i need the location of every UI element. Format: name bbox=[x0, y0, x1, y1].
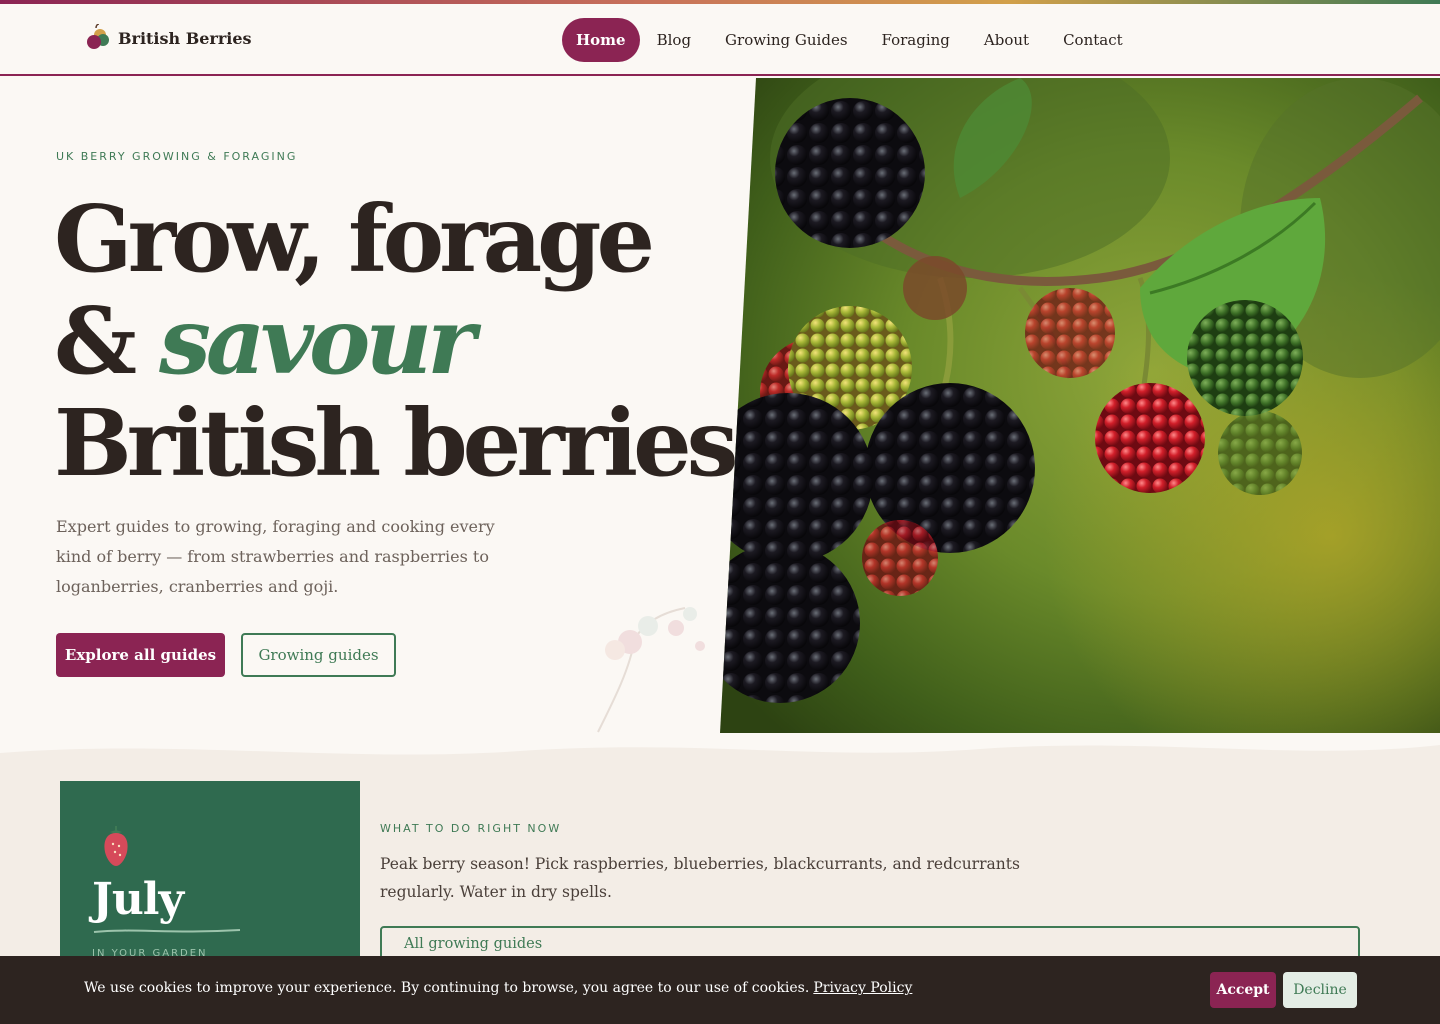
hero-headline: Grow, forage & savour British berries bbox=[54, 185, 738, 497]
decline-cookies-button[interactable]: Decline bbox=[1283, 972, 1357, 1008]
headline-line-1: Grow, forage bbox=[54, 185, 655, 293]
cookie-message: We use cookies to improve your experienc… bbox=[84, 980, 912, 996]
nav-contact[interactable]: Contact bbox=[1046, 18, 1140, 62]
site-header: British Berries Home Blog Growing Guides… bbox=[0, 4, 1440, 76]
main-nav: Home Blog Growing Guides Foraging About … bbox=[562, 18, 1140, 62]
nav-home[interactable]: Home bbox=[562, 18, 640, 62]
todo-eyebrow: WHAT TO DO RIGHT NOW bbox=[380, 822, 562, 835]
strawberry-icon bbox=[104, 826, 128, 866]
headline-accent: savour bbox=[159, 287, 476, 395]
headline-line-2: & savour bbox=[54, 290, 694, 392]
headline-ampersand: & bbox=[54, 287, 137, 395]
nav-blog[interactable]: Blog bbox=[640, 18, 708, 62]
brand-name: British Berries bbox=[118, 28, 252, 48]
blackberries-photo bbox=[720, 78, 1440, 733]
month-underline bbox=[93, 929, 241, 933]
wave-divider bbox=[0, 733, 1440, 755]
headline-line-3: British berries bbox=[54, 389, 738, 497]
growing-guides-button[interactable]: Growing guides bbox=[241, 633, 396, 677]
hero-lede: Expert guides to growing, foraging and c… bbox=[56, 517, 495, 596]
hero-eyebrow: UK BERRY GROWING & FORAGING bbox=[56, 150, 298, 163]
explore-guides-button[interactable]: Explore all guides bbox=[56, 633, 225, 677]
privacy-policy-link[interactable]: Privacy Policy bbox=[813, 980, 912, 996]
nav-about[interactable]: About bbox=[967, 18, 1046, 62]
cookie-banner: We use cookies to improve your experienc… bbox=[0, 956, 1440, 1024]
brand-logo[interactable]: British Berries bbox=[84, 24, 252, 52]
cookie-text: We use cookies to improve your experienc… bbox=[84, 980, 810, 996]
month-name: July bbox=[92, 874, 184, 925]
berry-logo-icon bbox=[87, 24, 109, 49]
todo-text: Peak berry season! Pick raspberries, blu… bbox=[380, 855, 1020, 901]
berry-sprig-decoration bbox=[597, 607, 705, 733]
nav-foraging[interactable]: Foraging bbox=[865, 18, 967, 62]
nav-growing-guides[interactable]: Growing Guides bbox=[708, 18, 864, 62]
accept-cookies-button[interactable]: Accept bbox=[1210, 972, 1276, 1008]
